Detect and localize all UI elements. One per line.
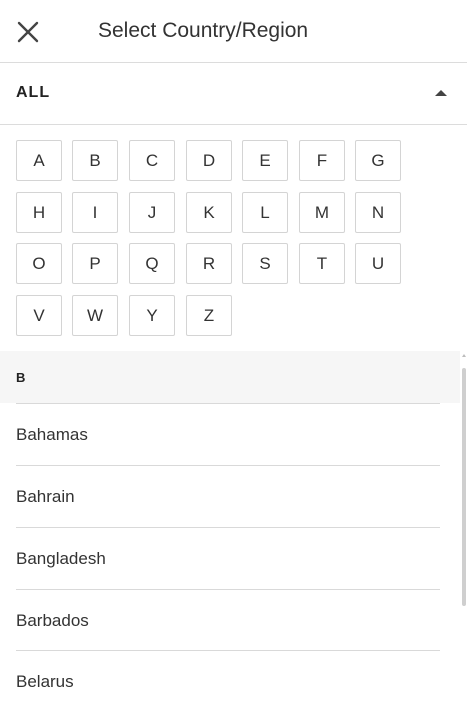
- filter-label: ALL: [16, 84, 51, 101]
- letter-button-l[interactable]: L: [242, 192, 288, 233]
- letter-button-o[interactable]: O: [16, 243, 62, 284]
- country-label: Bahrain: [16, 487, 75, 506]
- letter-button-q[interactable]: Q: [129, 243, 175, 284]
- letter-button-w[interactable]: W: [72, 295, 118, 336]
- page-title: Select Country/Region: [98, 19, 309, 42]
- country-label: Bahamas: [16, 425, 88, 444]
- country-label: Bangladesh: [16, 549, 106, 568]
- close-icon: [17, 21, 39, 43]
- letter-button-n[interactable]: N: [355, 192, 401, 233]
- letter-index: A B C D E F G H I J K L M N O P Q R S T …: [0, 125, 467, 351]
- letter-button-d[interactable]: D: [186, 140, 232, 181]
- scroll-up-icon[interactable]: [462, 354, 466, 357]
- letter-button-h[interactable]: H: [16, 192, 62, 233]
- country-item-barbados[interactable]: Barbados: [16, 589, 440, 651]
- scrollbar-thumb[interactable]: [462, 368, 466, 606]
- letter-button-j[interactable]: J: [129, 192, 175, 233]
- section-letter: B: [16, 370, 26, 385]
- close-button[interactable]: [14, 18, 42, 46]
- letter-button-f[interactable]: F: [299, 140, 345, 181]
- letter-button-c[interactable]: C: [129, 140, 175, 181]
- country-item-belarus[interactable]: Belarus: [16, 650, 440, 708]
- country-label: Barbados: [16, 611, 89, 630]
- letter-button-v[interactable]: V: [16, 295, 62, 336]
- letter-button-t[interactable]: T: [299, 243, 345, 284]
- country-item-bahamas[interactable]: Bahamas: [16, 403, 440, 465]
- letter-button-p[interactable]: P: [72, 243, 118, 284]
- country-region-selector: Select Country/Region ALL A B C D E F G …: [0, 0, 467, 708]
- letter-button-g[interactable]: G: [355, 140, 401, 181]
- letter-button-y[interactable]: Y: [129, 295, 175, 336]
- letter-button-m[interactable]: M: [299, 192, 345, 233]
- country-label: Belarus: [16, 672, 74, 691]
- letter-button-r[interactable]: R: [186, 243, 232, 284]
- section-header: B: [0, 351, 460, 403]
- caret-up-icon: [435, 90, 447, 96]
- letter-button-s[interactable]: S: [242, 243, 288, 284]
- letter-button-i[interactable]: I: [72, 192, 118, 233]
- country-item-bangladesh[interactable]: Bangladesh: [16, 527, 440, 589]
- country-item-bahrain[interactable]: Bahrain: [16, 465, 440, 527]
- filter-toggle[interactable]: ALL: [0, 63, 467, 125]
- letter-button-b[interactable]: B: [72, 140, 118, 181]
- header-bar: Select Country/Region: [0, 0, 467, 63]
- country-list: B Bahamas Bahrain Bangladesh Barbados Be…: [0, 351, 467, 708]
- letter-button-k[interactable]: K: [186, 192, 232, 233]
- letter-button-e[interactable]: E: [242, 140, 288, 181]
- letter-button-u[interactable]: U: [355, 243, 401, 284]
- letter-button-z[interactable]: Z: [186, 295, 232, 336]
- letter-button-a[interactable]: A: [16, 140, 62, 181]
